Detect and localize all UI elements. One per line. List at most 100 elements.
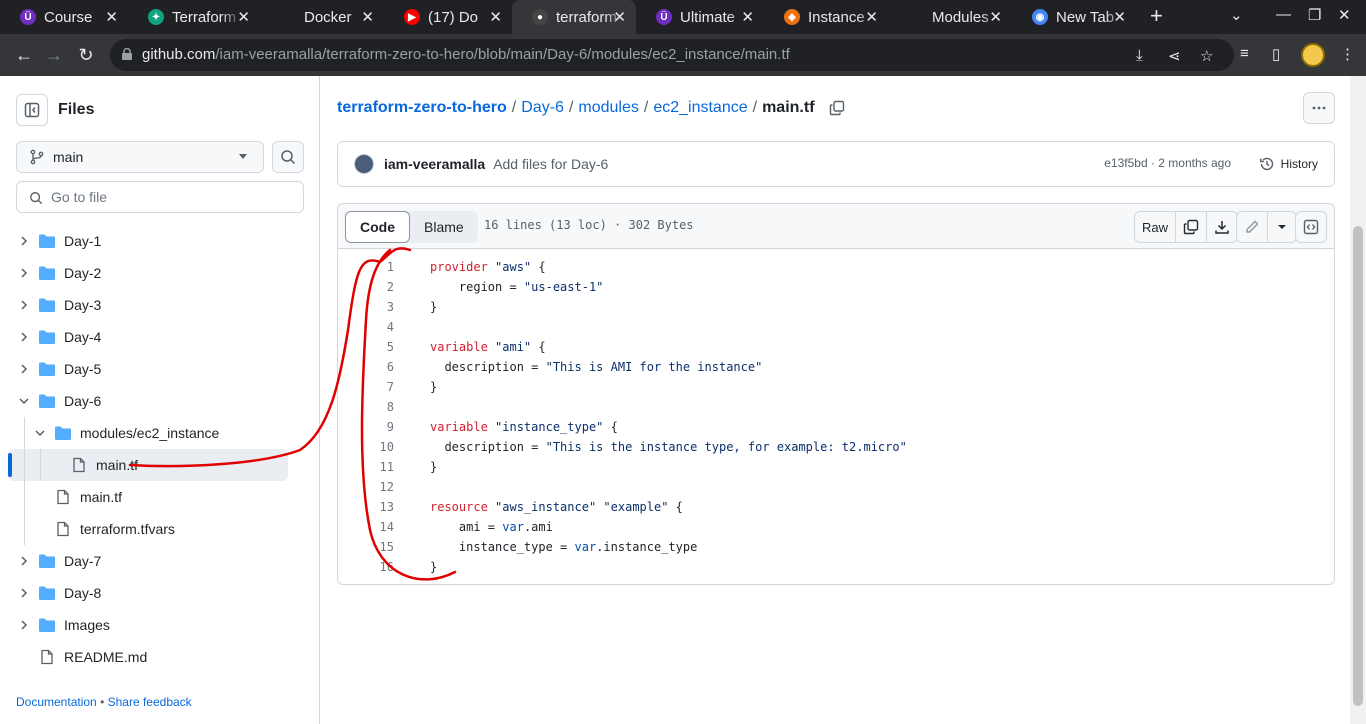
chevron-right-icon[interactable] <box>16 585 32 601</box>
blame-tab[interactable]: Blame <box>410 211 478 243</box>
tree-file[interactable]: main.tf <box>8 481 288 513</box>
tab-close-icon[interactable]: ✕ <box>237 8 250 26</box>
reload-icon[interactable]: ↻ <box>74 43 98 67</box>
search-button[interactable] <box>272 141 304 173</box>
maximize-button[interactable]: ❐ <box>1308 6 1321 24</box>
forward-icon[interactable]: → <box>42 43 66 67</box>
tree-folder[interactable]: Day-5 <box>8 353 288 385</box>
line-number[interactable]: 4 <box>338 317 394 337</box>
line-number[interactable]: 2 <box>338 277 394 297</box>
line-number[interactable]: 11 <box>338 457 394 477</box>
install-icon[interactable]: ⤓ <box>1136 47 1143 64</box>
chrome-menu-icon[interactable]: ⋮ <box>1340 45 1355 63</box>
tree-file[interactable]: terraform.tfvars <box>8 513 288 545</box>
download-button[interactable] <box>1207 212 1237 242</box>
share-icon[interactable]: ⋖ <box>1168 47 1181 65</box>
profile-avatar[interactable] <box>1301 43 1325 67</box>
more-options-button[interactable] <box>1303 92 1335 124</box>
commit-meta[interactable]: e13f5bd · 2 months ago <box>1104 156 1231 170</box>
tab-close-icon[interactable]: ✕ <box>613 8 626 26</box>
tab-search-icon[interactable]: ⌄ <box>1230 6 1243 24</box>
tree-folder[interactable]: Images <box>8 609 288 641</box>
tree-file[interactable]: main.tf <box>8 449 288 481</box>
chevron-down-icon[interactable] <box>16 393 32 409</box>
raw-button[interactable]: Raw <box>1135 212 1177 242</box>
tree-folder[interactable]: Day-1 <box>8 225 288 257</box>
tree-folder[interactable]: Day-8 <box>8 577 288 609</box>
branch-selector[interactable]: main <box>16 141 264 173</box>
bookmark-star-icon[interactable]: ☆ <box>1200 47 1213 65</box>
tree-folder[interactable]: Day-3 <box>8 289 288 321</box>
share-feedback-link[interactable]: Share feedback <box>108 695 192 709</box>
tree-folder[interactable]: Day-7 <box>8 545 288 577</box>
line-number[interactable]: 16 <box>338 557 394 577</box>
breadcrumb-modules-link[interactable]: modules <box>578 99 638 117</box>
line-number[interactable]: 5 <box>338 337 394 357</box>
breadcrumb-repo-link[interactable]: terraform-zero-to-hero <box>337 99 507 117</box>
copy-path-icon[interactable] <box>829 100 845 116</box>
line-number[interactable]: 6 <box>338 357 394 377</box>
browser-tab[interactable]: Docker ✕ <box>260 0 384 34</box>
chevron-down-icon[interactable] <box>32 425 48 441</box>
browser-tab[interactable]: ● terraform ✕ <box>512 0 636 34</box>
minimize-button[interactable]: — <box>1276 6 1291 23</box>
line-number[interactable]: 7 <box>338 377 394 397</box>
chevron-right-icon[interactable] <box>16 233 32 249</box>
address-bar[interactable]: github.com/iam-veeramalla/terraform-zero… <box>110 39 1234 71</box>
browser-tab[interactable]: Modules ✕ <box>888 0 1012 34</box>
line-number[interactable]: 9 <box>338 417 394 437</box>
chevron-right-icon[interactable] <box>16 361 32 377</box>
tab-close-icon[interactable]: ✕ <box>105 8 118 26</box>
line-number[interactable]: 1 <box>338 257 394 277</box>
tree-file[interactable]: README.md <box>8 641 288 673</box>
line-number[interactable]: 3 <box>338 297 394 317</box>
browser-tab[interactable]: Ü Course ✕ <box>0 0 128 34</box>
commit-author[interactable]: iam-veeramalla <box>384 156 485 172</box>
tab-close-icon[interactable]: ✕ <box>361 8 374 26</box>
browser-tab[interactable]: ▶ (17) Do ✕ <box>384 0 512 34</box>
back-icon[interactable]: ← <box>12 43 36 67</box>
line-number[interactable]: 13 <box>338 497 394 517</box>
sidebar-collapse-button[interactable] <box>16 94 48 126</box>
tree-folder[interactable]: modules/ec2_instance <box>8 417 288 449</box>
chevron-right-icon[interactable] <box>16 329 32 345</box>
history-button[interactable]: History <box>1253 149 1324 179</box>
scrollbar-thumb[interactable] <box>1353 226 1363 706</box>
browser-tab[interactable]: ◉ New Tab ✕ <box>1012 0 1136 34</box>
chevron-right-icon[interactable] <box>16 265 32 281</box>
edit-dropdown-button[interactable] <box>1268 212 1296 242</box>
close-window-button[interactable]: ✕ <box>1338 6 1351 24</box>
tab-close-icon[interactable]: ✕ <box>989 8 1002 26</box>
tree-folder[interactable]: Day-4 <box>8 321 288 353</box>
tab-close-icon[interactable]: ✕ <box>741 8 754 26</box>
copy-raw-button[interactable] <box>1176 212 1208 242</box>
line-number[interactable]: 8 <box>338 397 394 417</box>
commit-message[interactable]: Add files for Day-6 <box>493 156 608 172</box>
code-tab[interactable]: Code <box>345 211 410 243</box>
go-to-file-input[interactable]: Go to file <box>16 181 304 213</box>
author-avatar[interactable] <box>354 154 374 174</box>
chevron-right-icon[interactable] <box>16 297 32 313</box>
line-number[interactable]: 10 <box>338 437 394 457</box>
tab-close-icon[interactable]: ✕ <box>489 8 502 26</box>
tab-close-icon[interactable]: ✕ <box>865 8 878 26</box>
browser-tab[interactable]: ◈ Instance ✕ <box>764 0 888 34</box>
tree-folder[interactable]: Day-2 <box>8 257 288 289</box>
chevron-right-icon[interactable] <box>16 617 32 633</box>
breadcrumb-day6-link[interactable]: Day-6 <box>521 99 564 117</box>
documentation-link[interactable]: Documentation <box>16 695 97 709</box>
symbols-panel-button[interactable] <box>1295 211 1327 243</box>
edit-button[interactable] <box>1237 212 1268 242</box>
new-tab-button[interactable]: + <box>1150 3 1163 29</box>
browser-tab[interactable]: ✦ Terraform ✕ <box>128 0 260 34</box>
page-scrollbar[interactable] <box>1350 76 1366 724</box>
tree-folder[interactable]: Day-6 <box>8 385 288 417</box>
chevron-right-icon[interactable] <box>16 553 32 569</box>
line-number[interactable]: 15 <box>338 537 394 557</box>
browser-tab[interactable]: Ü Ultimate ✕ <box>636 0 764 34</box>
side-panel-icon[interactable]: ▯ <box>1272 45 1280 63</box>
breadcrumb-ec2-instance-link[interactable]: ec2_instance <box>653 99 747 117</box>
line-number[interactable]: 14 <box>338 517 394 537</box>
tab-close-icon[interactable]: ✕ <box>1113 8 1126 26</box>
line-number[interactable]: 12 <box>338 477 394 497</box>
